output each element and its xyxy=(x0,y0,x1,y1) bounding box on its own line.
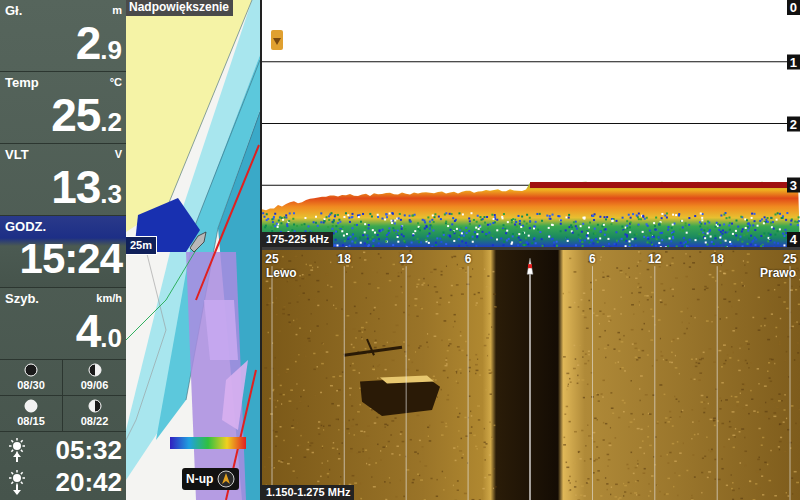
sonar-views: 01234175-225 kHz25181266121825LewoPrawo1… xyxy=(262,0,800,500)
range-tick: 6 xyxy=(465,252,472,266)
range-tick: 12 xyxy=(648,252,661,266)
readout-tile[interactable]: Gł. m2.9 xyxy=(0,0,126,72)
readout-value: 4.0 xyxy=(5,306,122,363)
range-tick: 18 xyxy=(711,252,724,266)
depth-tick: 1 xyxy=(787,54,800,69)
side-imaging-frequency: 1.150-1.275 MHz xyxy=(262,485,354,500)
readout-value: 25.2 xyxy=(5,90,122,147)
moon-phase-icon xyxy=(24,363,38,377)
readout-header: Temp °C xyxy=(5,75,122,90)
readout-header: Gł. m xyxy=(5,3,122,18)
readout-value: 2.9 xyxy=(5,18,122,75)
moon-phase-icon xyxy=(88,363,102,377)
side-imaging-view xyxy=(262,250,800,500)
moon-phase-cell: 08/15 xyxy=(0,396,63,432)
range-tick: 25 xyxy=(265,252,278,266)
value-fraction: .9 xyxy=(100,25,122,75)
depth-tick: 0 xyxy=(787,0,800,15)
value-fraction: .3 xyxy=(100,169,122,219)
range-tick: 25 xyxy=(783,252,796,266)
moon-phase-icon xyxy=(24,399,38,413)
value-fraction: .2 xyxy=(100,97,122,147)
sonar-echogram xyxy=(262,0,800,247)
compass-icon xyxy=(217,470,235,488)
moon-phase-date: 08/30 xyxy=(17,379,45,391)
depth-tick: 3 xyxy=(787,178,800,193)
boat-icon xyxy=(527,258,533,274)
value-main: 13 xyxy=(51,162,100,212)
readout-header: GODZ. xyxy=(5,219,122,234)
left-side-label: Lewo xyxy=(266,266,297,280)
readout-value: 15:24 xyxy=(5,234,122,284)
sonar-frequency: 175-225 kHz xyxy=(262,232,333,247)
sun-times: 05:3220:42 xyxy=(0,432,126,500)
moon-phase-date: 08/22 xyxy=(81,415,109,427)
moon-phase-date: 08/15 xyxy=(17,415,45,427)
sonar-pane[interactable]: 0 1 2 3 4 175-225 kHz xyxy=(262,0,800,247)
moon-phase-cell: 08/22 xyxy=(63,396,126,432)
readout-unit: km/h xyxy=(96,291,122,306)
map-scale: 25m xyxy=(126,236,157,255)
color-legend xyxy=(170,437,246,449)
value-main: 4 xyxy=(76,306,101,356)
readout-tile[interactable]: GODZ.15:24 xyxy=(0,216,126,288)
map-orientation[interactable]: N-up xyxy=(182,468,239,490)
value-main: 2 xyxy=(76,18,101,68)
right-side-label: Prawo xyxy=(760,266,796,280)
value-main: 15:24 xyxy=(20,234,122,284)
sun-time: 20:42 xyxy=(56,467,123,497)
fishfinder-screen: Gł.m2.9Temp°C25.2VLTV13.3GODZ.15:24Szyb.… xyxy=(0,0,800,500)
moon-phase-cell: 09/06 xyxy=(63,360,126,396)
range-tick: 12 xyxy=(399,252,412,266)
boat-icon xyxy=(190,232,206,252)
readout-tile[interactable]: Szyb. km/h4.0 xyxy=(0,288,126,360)
readout-unit: m xyxy=(112,3,122,18)
readout-label: Gł. xyxy=(5,3,22,18)
side-imaging-pane[interactable]: 25181266121825LewoPrawo1.150-1.275 MHz xyxy=(262,250,800,500)
map-panel[interactable]: Nadpowiększenie 25m N-up xyxy=(126,0,262,500)
range-tick: 6 xyxy=(589,252,596,266)
readout-unit: V xyxy=(115,147,122,162)
moon-phase-cell: 08/30 xyxy=(0,360,63,396)
sunrise-icon xyxy=(4,437,30,463)
range-tick: 18 xyxy=(338,252,351,266)
moon-phase-date: 09/06 xyxy=(81,379,109,391)
readout-label: GODZ. xyxy=(5,219,46,234)
value-main: 25 xyxy=(51,90,100,140)
readout-label: VLT xyxy=(5,147,29,162)
moon-phase-icon xyxy=(88,399,102,413)
readout-header: Szyb. km/h xyxy=(5,291,122,306)
depth-tick: 4 xyxy=(787,232,800,247)
sun-time-row: 20:42 xyxy=(4,467,122,497)
sun-time: 05:32 xyxy=(56,435,123,465)
readout-tile[interactable]: Temp°C25.2 xyxy=(0,72,126,144)
readout-label: Temp xyxy=(5,75,39,90)
readout-label: Szyb. xyxy=(5,291,39,306)
map-title: Nadpowiększenie xyxy=(126,0,233,16)
moon-phase-grid: 08/30 09/06 08/15 08/22 xyxy=(0,360,126,432)
sunset-icon xyxy=(4,469,30,495)
range-grid xyxy=(262,250,800,500)
data-sidebar: Gł.m2.9Temp°C25.2VLTV13.3GODZ.15:24Szyb.… xyxy=(0,0,126,500)
readout-tile[interactable]: VLTV13.3 xyxy=(0,144,126,216)
sun-time-row: 05:32 xyxy=(4,435,122,465)
readout-value: 13.3 xyxy=(5,162,122,219)
value-fraction: .0 xyxy=(100,313,122,363)
depth-tick: 2 xyxy=(787,116,800,131)
fish-alarm-icon xyxy=(271,30,283,50)
readout-header: VLT V xyxy=(5,147,122,162)
readout-unit: °C xyxy=(110,75,122,90)
